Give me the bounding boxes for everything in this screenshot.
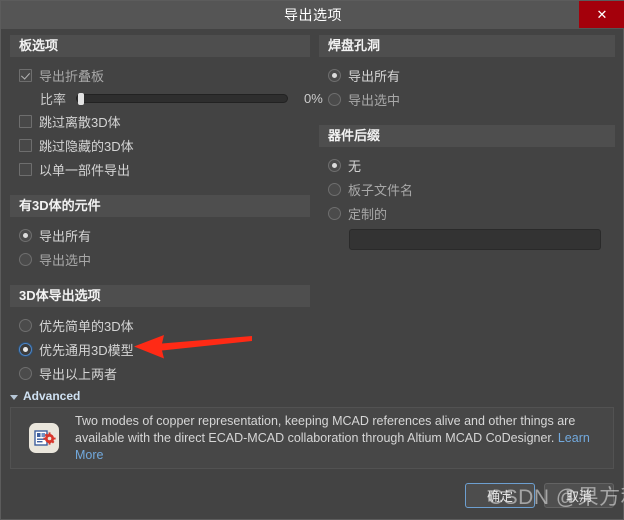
export-options-dialog: 导出选项 ✕ 板选项 导出折叠板 比率 0% 跳过离散3D体 跳过隐藏的3D体 …	[0, 0, 624, 520]
advanced-info-panel: Two modes of copper representation, keep…	[10, 407, 614, 469]
advanced-description: Two modes of copper representation, keep…	[75, 413, 576, 445]
radio-label-pad-holes-export-all: 导出所有	[348, 68, 401, 84]
ratio-slider-label: 比率	[40, 91, 67, 107]
group-body-components-with-3d: 导出所有 导出选中	[10, 217, 310, 273]
group-header-pad-holes: 焊盘孔洞	[319, 35, 615, 57]
radio-row-pad-holes-export-all[interactable]: 导出所有	[328, 63, 615, 87]
group-header-body-export-options: 3D体导出选项	[10, 285, 310, 307]
title-bar: 导出选项 ✕	[1, 1, 624, 29]
radio-label-suffix-board-filename: 板子文件名	[348, 182, 414, 198]
checkbox-label-export-as-single-part: 以单一部件导出	[39, 162, 131, 178]
radio-components-export-selected[interactable]	[19, 252, 32, 266]
radio-suffix-board-filename[interactable]	[328, 182, 341, 196]
radio-row-suffix-custom[interactable]: 定制的	[328, 201, 615, 225]
suffix-custom-input[interactable]	[349, 229, 601, 250]
left-column: 板选项 导出折叠板 比率 0% 跳过离散3D体 跳过隐藏的3D体 以单一部件导出…	[10, 35, 323, 387]
checkbox-skip-hidden-3d[interactable]	[19, 138, 32, 152]
radio-prefer-simple-3d[interactable]	[19, 318, 32, 332]
radio-prefer-generic-3d-model[interactable]	[19, 342, 32, 356]
dialog-title: 导出选项	[284, 7, 342, 23]
radio-pad-holes-export-selected[interactable]	[328, 92, 341, 106]
radio-label-suffix-none: 无	[348, 158, 362, 174]
group-body-pad-holes: 导出所有 导出选中	[319, 57, 615, 113]
ecad-mcad-icon	[29, 423, 59, 453]
radio-row-suffix-board-filename[interactable]: 板子文件名	[328, 177, 615, 201]
close-button[interactable]: ✕	[579, 1, 624, 28]
checkbox-label-export-folded-board: 导出折叠板	[39, 68, 105, 84]
radio-row-components-export-all[interactable]: 导出所有	[19, 223, 310, 247]
group-body-board-options: 导出折叠板 比率 0% 跳过离散3D体 跳过隐藏的3D体 以单一部件导出	[10, 57, 323, 183]
radio-label-export-both: 导出以上两者	[39, 366, 118, 382]
dialog-footer: 确定 取消	[1, 475, 623, 519]
radio-label-pad-holes-export-selected: 导出选中	[348, 92, 401, 108]
radio-row-prefer-generic-3d-model[interactable]: 优先通用3D模型	[19, 337, 310, 361]
checkbox-label-skip-discrete-3d: 跳过离散3D体	[39, 114, 121, 130]
radio-row-pad-holes-export-selected[interactable]: 导出选中	[328, 87, 615, 111]
ratio-slider-thumb[interactable]	[78, 92, 84, 105]
dialog-content: 板选项 导出折叠板 比率 0% 跳过离散3D体 跳过隐藏的3D体 以单一部件导出…	[10, 35, 615, 475]
group-header-board-options: 板选项	[10, 35, 310, 57]
group-body-component-suffix: 无 板子文件名 定制的	[319, 147, 615, 252]
radio-label-suffix-custom: 定制的	[348, 206, 388, 222]
radio-label-components-export-all: 导出所有	[39, 228, 92, 244]
radio-row-export-both[interactable]: 导出以上两者	[19, 361, 310, 385]
radio-label-prefer-simple-3d: 优先简单的3D体	[39, 318, 134, 334]
radio-pad-holes-export-all[interactable]	[328, 68, 341, 82]
close-icon: ✕	[596, 7, 608, 22]
group-body-body-export-options: 优先简单的3D体 优先通用3D模型 导出以上两者	[10, 307, 310, 387]
ratio-slider-row[interactable]: 比率 0%	[19, 87, 323, 109]
checkbox-row-skip-hidden-3d[interactable]: 跳过隐藏的3D体	[19, 133, 310, 157]
radio-row-prefer-simple-3d[interactable]: 优先简单的3D体	[19, 313, 310, 337]
advanced-section-toggle[interactable]: Advanced	[10, 387, 80, 405]
checkbox-row-skip-discrete-3d[interactable]: 跳过离散3D体	[19, 109, 310, 133]
cancel-button[interactable]: 取消	[544, 483, 614, 508]
collapse-triangle-icon	[10, 394, 18, 400]
ok-button[interactable]: 确定	[465, 483, 535, 508]
checkbox-row-export-folded-board[interactable]: 导出折叠板	[19, 63, 310, 87]
radio-components-export-all[interactable]	[19, 228, 32, 242]
group-header-components-with-3d: 有3D体的元件	[10, 195, 310, 217]
right-column: 焊盘孔洞 导出所有 导出选中 器件后缀 无 板子文件名 定制的	[319, 35, 615, 252]
checkbox-skip-discrete-3d[interactable]	[19, 114, 32, 128]
radio-row-suffix-none[interactable]: 无	[328, 153, 615, 177]
radio-label-components-export-selected: 导出选中	[39, 252, 92, 268]
checkbox-export-folded-board[interactable]	[19, 68, 32, 82]
radio-suffix-none[interactable]	[328, 158, 341, 172]
radio-export-both[interactable]	[19, 366, 32, 380]
checkbox-export-as-single-part[interactable]	[19, 162, 32, 176]
radio-label-prefer-generic-3d-model: 优先通用3D模型	[39, 342, 134, 358]
ratio-slider-track[interactable]	[76, 92, 288, 105]
checkbox-row-export-as-single-part[interactable]: 以单一部件导出	[19, 157, 310, 181]
group-header-component-suffix: 器件后缀	[319, 125, 615, 147]
checkbox-label-skip-hidden-3d: 跳过隐藏的3D体	[39, 138, 134, 154]
radio-suffix-custom[interactable]	[328, 206, 341, 220]
advanced-description-block: Two modes of copper representation, keep…	[75, 413, 601, 464]
radio-row-components-export-selected[interactable]: 导出选中	[19, 247, 310, 271]
advanced-label: Advanced	[23, 389, 81, 403]
